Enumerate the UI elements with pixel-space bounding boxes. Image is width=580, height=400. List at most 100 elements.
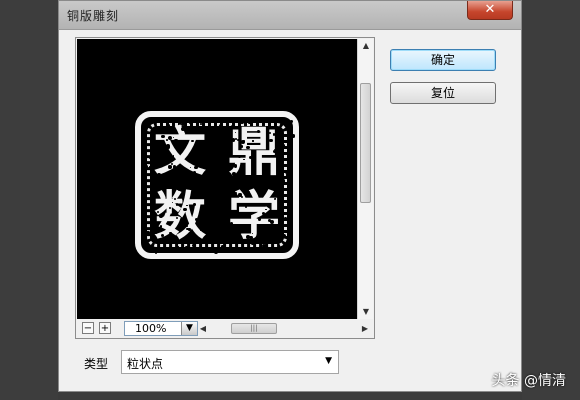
- grain-speck: [168, 158, 170, 160]
- grain-speck: [223, 126, 226, 129]
- grain-speck: [185, 227, 189, 231]
- grain-speck: [173, 138, 178, 143]
- grain-speck: [284, 217, 287, 220]
- grain-speck: [268, 131, 271, 134]
- grain-speck: [272, 133, 275, 136]
- zoom-select[interactable]: 100% ▼: [124, 321, 198, 336]
- grain-speck: [240, 171, 243, 175]
- dialog-title: 铜版雕刻: [67, 9, 120, 23]
- grain-speck: [180, 185, 182, 187]
- grain-speck: [190, 177, 195, 182]
- grain-speck: [285, 173, 290, 177]
- grain-speck: [278, 248, 282, 251]
- background-left: [0, 0, 58, 400]
- grain-speck: [252, 140, 254, 142]
- grain-speck: [213, 250, 218, 255]
- grain-speck: [221, 245, 224, 248]
- grain-speck: [219, 238, 222, 241]
- grain-speck: [225, 188, 229, 192]
- grain-speck: [208, 186, 211, 189]
- ok-button[interactable]: 确定: [390, 49, 496, 71]
- grain-speck: [179, 182, 181, 184]
- grain-speck: [289, 228, 292, 231]
- close-icon: ✕: [484, 2, 496, 17]
- grain-speck: [179, 223, 182, 227]
- vertical-scroll-thumb[interactable]: [360, 83, 371, 203]
- grain-speck: [276, 149, 281, 154]
- horizontal-scroll-thumb[interactable]: |||: [231, 323, 277, 334]
- grain-speck: [241, 139, 246, 144]
- grain-speck: [172, 165, 176, 169]
- grain-speck: [155, 161, 159, 165]
- grain-speck: [277, 207, 279, 210]
- grain-speck: [279, 121, 283, 125]
- grain-speck: [208, 142, 213, 147]
- grain-speck: [200, 123, 202, 125]
- grain-speck: [249, 235, 253, 240]
- grain-speck: [235, 138, 237, 140]
- zoom-out-button[interactable]: −: [82, 322, 94, 334]
- grain-speck: [183, 207, 187, 212]
- mezzotint-dialog: 铜版雕刻 ✕ 文 鼎 数 学 ▲ ▼ − + 100% ▼ ◀ ||| ▶ 确定…: [58, 0, 522, 392]
- grain-speck: [202, 187, 204, 190]
- grain-speck: [194, 158, 198, 162]
- grain-speck: [194, 165, 198, 170]
- grain-speck: [253, 159, 256, 162]
- grain-speck: [195, 197, 197, 199]
- type-value: 粒状点: [127, 357, 164, 371]
- grain-speck: [154, 125, 158, 128]
- grain-speck: [166, 143, 171, 148]
- grain-speck: [188, 176, 190, 178]
- scroll-down-icon[interactable]: ▼: [358, 305, 374, 319]
- grain-speck: [185, 224, 188, 227]
- grain-speck: [161, 148, 165, 152]
- grain-speck: [289, 119, 293, 123]
- grain-speck: [232, 171, 236, 176]
- horizontal-scrollbar[interactable]: ◀ ||| ▶: [200, 322, 371, 336]
- grain-speck: [178, 168, 181, 171]
- grain-speck: [168, 165, 172, 169]
- grain-speck: [250, 203, 253, 206]
- grain-speck: [248, 211, 251, 215]
- grain-speck: [250, 241, 254, 245]
- grain-speck: [151, 172, 155, 176]
- type-select[interactable]: 粒状点 ▼: [121, 350, 339, 374]
- grain-speck: [158, 214, 163, 218]
- grain-speck: [248, 190, 250, 193]
- grain-speck: [188, 228, 191, 231]
- grain-speck: [215, 151, 220, 155]
- reset-button[interactable]: 复位: [390, 82, 496, 104]
- watermark-text: 头条 @情清: [491, 373, 566, 389]
- zoom-in-button[interactable]: +: [99, 322, 111, 334]
- grain-speck: [192, 243, 196, 247]
- grain-speck: [153, 229, 158, 234]
- grain-speck: [255, 179, 257, 181]
- grain-speck: [240, 120, 245, 124]
- preview-toolbar: − + 100% ▼ ◀ ||| ▶: [77, 319, 373, 337]
- grain-speck: [199, 224, 202, 228]
- chevron-down-icon[interactable]: ▼: [181, 322, 197, 335]
- grain-speck: [237, 138, 240, 142]
- grain-speck: [243, 158, 245, 161]
- grain-speck: [266, 250, 269, 253]
- grain-speck: [222, 209, 225, 213]
- close-button[interactable]: ✕: [467, 1, 513, 20]
- grain-speck: [156, 179, 160, 183]
- chevron-down-icon[interactable]: ▼: [325, 356, 332, 366]
- grain-speck: [151, 135, 154, 139]
- vertical-scrollbar[interactable]: ▲ ▼: [357, 39, 373, 319]
- grain-speck: [273, 197, 276, 201]
- scroll-left-icon[interactable]: ◀: [197, 322, 209, 336]
- grain-speck: [281, 234, 286, 239]
- grain-speck: [244, 205, 247, 208]
- grain-speck: [281, 179, 285, 183]
- grain-speck: [207, 231, 211, 234]
- grain-speck: [283, 248, 285, 251]
- preview-canvas[interactable]: 文 鼎 数 学: [77, 39, 357, 319]
- grain-speck: [190, 186, 192, 189]
- grain-speck: [185, 246, 188, 249]
- scroll-right-icon[interactable]: ▶: [359, 322, 371, 336]
- grain-speck: [168, 135, 172, 140]
- grain-speck: [225, 194, 228, 197]
- scroll-up-icon[interactable]: ▲: [358, 39, 374, 53]
